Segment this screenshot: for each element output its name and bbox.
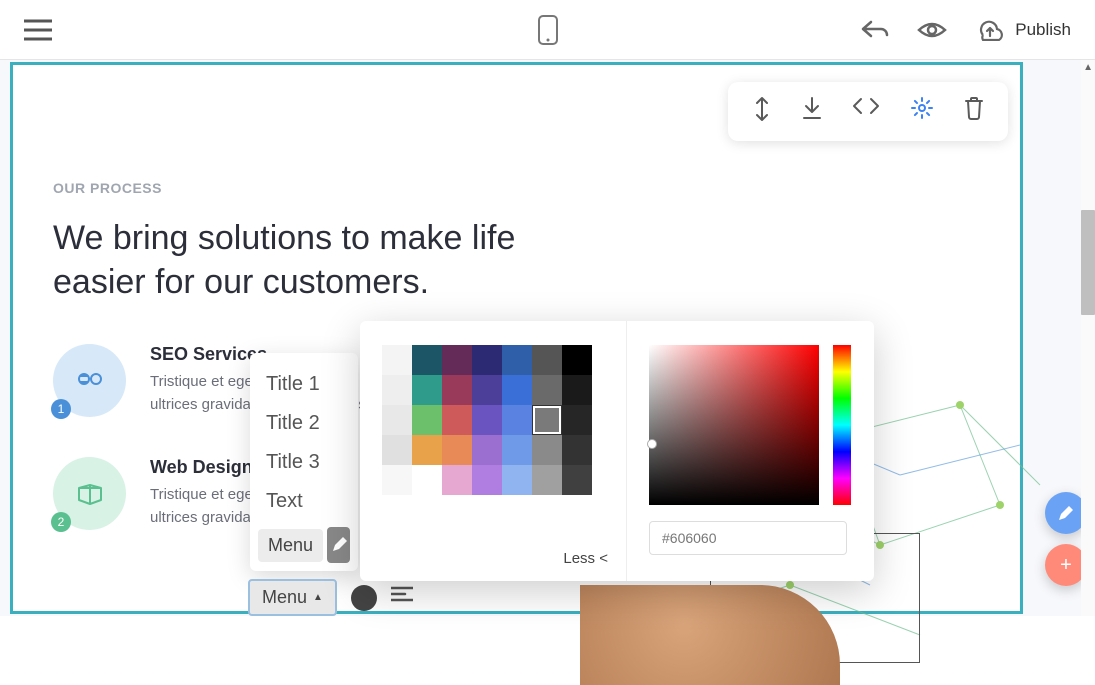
color-swatch[interactable] xyxy=(502,375,532,405)
hue-slider[interactable] xyxy=(833,345,851,505)
color-swatch[interactable] xyxy=(532,345,562,375)
color-swatch[interactable] xyxy=(382,345,412,375)
color-swatch[interactable] xyxy=(532,435,562,465)
color-swatch[interactable] xyxy=(532,405,562,435)
section-toolbar xyxy=(728,82,1008,141)
color-swatch[interactable] xyxy=(442,345,472,375)
canvas: OUR PROCESS We bring solutions to make l… xyxy=(0,60,1095,616)
vertical-scrollbar[interactable]: ▲ xyxy=(1081,60,1095,616)
publish-button[interactable]: Publish xyxy=(975,19,1071,41)
color-swatch[interactable] xyxy=(472,465,502,495)
feature-icon-seo: 1 xyxy=(53,344,126,417)
color-picker-popover: Less < xyxy=(360,321,874,581)
color-swatch[interactable] xyxy=(562,435,592,465)
color-swatch[interactable] xyxy=(442,375,472,405)
text-color-swatch[interactable] xyxy=(351,585,377,611)
color-swatch[interactable] xyxy=(472,435,502,465)
undo-icon[interactable] xyxy=(861,19,889,41)
color-swatch[interactable] xyxy=(412,405,442,435)
scroll-thumb[interactable] xyxy=(1081,210,1095,315)
color-swatch[interactable] xyxy=(562,345,592,375)
color-swatch[interactable] xyxy=(562,405,592,435)
code-icon[interactable] xyxy=(852,96,880,127)
color-swatch[interactable] xyxy=(502,435,532,465)
top-bar: Publish xyxy=(0,0,1095,60)
color-swatch[interactable] xyxy=(442,435,472,465)
color-swatch[interactable] xyxy=(382,405,412,435)
color-swatch[interactable] xyxy=(472,405,502,435)
text-style-option[interactable]: Title 3 xyxy=(250,443,358,482)
less-toggle[interactable]: Less < xyxy=(382,550,608,567)
color-swatch[interactable] xyxy=(562,465,592,495)
color-swatch[interactable] xyxy=(412,375,442,405)
sv-thumb[interactable] xyxy=(647,439,657,449)
text-style-dropdown[interactable]: Menu ▲ xyxy=(248,579,337,616)
inline-text-toolbar: Menu ▲ xyxy=(248,579,413,616)
hand-graphic xyxy=(580,585,840,685)
text-style-option[interactable]: Text xyxy=(250,482,358,521)
color-swatch-grid xyxy=(382,345,608,495)
pencil-icon[interactable] xyxy=(327,527,350,563)
saturation-value-box[interactable] xyxy=(649,345,819,505)
move-vertical-icon[interactable] xyxy=(752,96,772,127)
text-style-menu: Title 1 Title 2 Title 3 Text Menu xyxy=(250,353,358,571)
color-swatch[interactable] xyxy=(532,375,562,405)
feature-icon-web: 2 xyxy=(53,457,126,530)
color-swatch[interactable] xyxy=(532,465,562,495)
color-swatch[interactable] xyxy=(502,345,532,375)
color-swatch[interactable] xyxy=(412,465,442,495)
section-headline[interactable]: We bring solutions to make life easier f… xyxy=(53,216,980,304)
settings-gear-icon[interactable] xyxy=(910,96,934,127)
color-swatch[interactable] xyxy=(442,405,472,435)
color-swatch[interactable] xyxy=(442,465,472,495)
download-icon[interactable] xyxy=(802,96,822,127)
mobile-preview-icon[interactable] xyxy=(538,15,558,45)
feature-badge: 2 xyxy=(51,512,71,532)
section-eyebrow[interactable]: OUR PROCESS xyxy=(53,180,980,196)
scroll-up-arrow[interactable]: ▲ xyxy=(1083,62,1093,73)
text-style-option[interactable]: Title 2 xyxy=(250,404,358,443)
publish-label: Publish xyxy=(1015,20,1071,40)
feature-badge: 1 xyxy=(51,399,71,419)
color-swatch[interactable] xyxy=(502,405,532,435)
color-swatch[interactable] xyxy=(382,435,412,465)
color-swatch[interactable] xyxy=(412,435,442,465)
hamburger-icon[interactable] xyxy=(24,19,52,41)
text-style-option[interactable]: Title 1 xyxy=(250,365,358,404)
color-swatch[interactable] xyxy=(562,375,592,405)
align-left-icon[interactable] xyxy=(391,586,413,609)
color-swatch[interactable] xyxy=(472,345,502,375)
color-swatch[interactable] xyxy=(472,375,502,405)
menu-chip[interactable]: Menu xyxy=(258,529,323,562)
hex-input[interactable] xyxy=(649,521,847,555)
color-swatch[interactable] xyxy=(502,465,532,495)
delete-trash-icon[interactable] xyxy=(964,96,984,127)
color-swatch[interactable] xyxy=(382,375,412,405)
caret-up-icon: ▲ xyxy=(313,592,323,603)
color-swatch[interactable] xyxy=(382,465,412,495)
color-swatch[interactable] xyxy=(412,345,442,375)
preview-eye-icon[interactable] xyxy=(917,20,947,40)
